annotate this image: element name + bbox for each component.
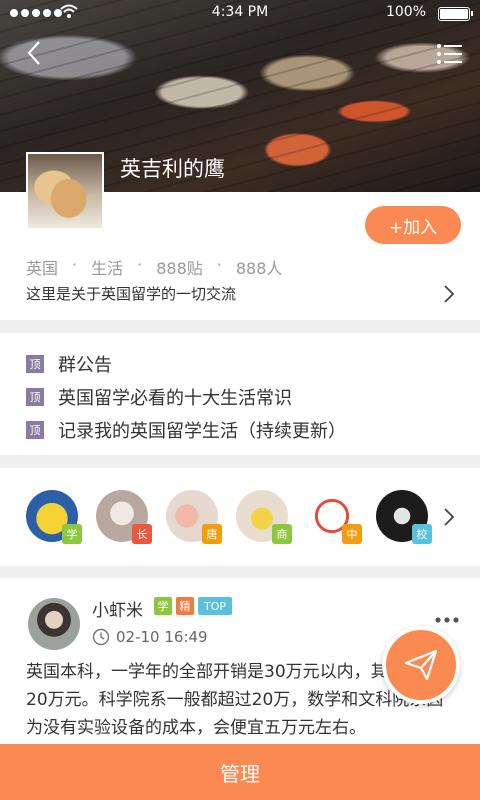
notice-title: 英国留学必看的十大生活常识 [58,388,292,409]
pin-tag: 顶 [26,355,44,373]
group-post-count: 888贴 [156,259,203,278]
notice-item[interactable]: 顶 记录我的英国留学生活（持续更新） [26,417,346,443]
member-avatar[interactable]: 商 [236,490,292,544]
notice-item[interactable]: 顶 群公告 [26,351,112,377]
meta-separator: · [216,255,222,274]
clock-icon [92,628,110,646]
meta-separator: · [137,255,143,274]
notice-list: 顶 群公告 顶 英国留学必看的十大生活常识 顶 记录我的英国留学生活（持续更新） [0,333,480,455]
notice-title: 记录我的英国留学生活（持续更新） [58,421,346,442]
post-tag: 学 [154,597,172,615]
post-tag: TOP [198,597,232,615]
author-avatar[interactable] [28,598,80,650]
post-button[interactable] [382,626,460,704]
battery-percent: 100% [385,4,426,20]
member-role-badge: 唐 [202,524,222,544]
member-avatar[interactable]: 中 [306,490,362,544]
member-avatar[interactable]: 长 [96,490,152,544]
member-role-badge: 中 [342,524,362,544]
group-meta: 英国 · 生活 · 888贴 · 888人 [26,255,282,279]
member-role-badge: 学 [62,524,82,544]
chevron-right-icon[interactable] [442,506,456,528]
group-member-count: 888人 [235,259,283,278]
notice-item[interactable]: 顶 英国留学必看的十大生活常识 [26,384,292,410]
join-button[interactable]: +加入 [365,206,461,244]
group-category: 生活 [91,259,124,278]
more-icon[interactable] [434,616,460,624]
paper-plane-icon [404,649,438,681]
post-time-text: 02-10 16:49 [116,628,208,646]
member-avatar[interactable]: 唐 [166,490,222,544]
group-name: 英吉利的鹰 [120,157,225,181]
pin-tag: 顶 [26,388,44,406]
battery-icon [438,7,473,21]
status-bar: 4:34 PM 100% [0,0,480,26]
member-role-badge: 商 [272,524,292,544]
group-avatar [26,152,104,230]
menu-icon[interactable] [436,42,462,66]
meta-separator: · [72,255,78,274]
notice-title: 群公告 [58,355,112,376]
member-avatar[interactable]: 校 [376,490,432,544]
member-strip: 学 长 唐 商 中 校 [0,468,480,566]
pin-tag: 顶 [26,421,44,439]
back-button[interactable] [20,38,50,68]
group-country: 英国 [26,259,59,278]
member-role-badge: 长 [132,524,152,544]
member-avatar[interactable]: 学 [26,490,82,544]
member-role-badge: 校 [412,524,432,544]
author-name[interactable]: 小虾米 [92,596,143,621]
post-time: 02-10 16:49 [92,628,208,646]
post-tag: 精 [176,597,194,615]
group-description[interactable]: 这里是关于英国留学的一切交流 [26,283,236,304]
manage-button[interactable]: 管理 [0,744,480,800]
chevron-right-icon[interactable] [442,283,456,305]
